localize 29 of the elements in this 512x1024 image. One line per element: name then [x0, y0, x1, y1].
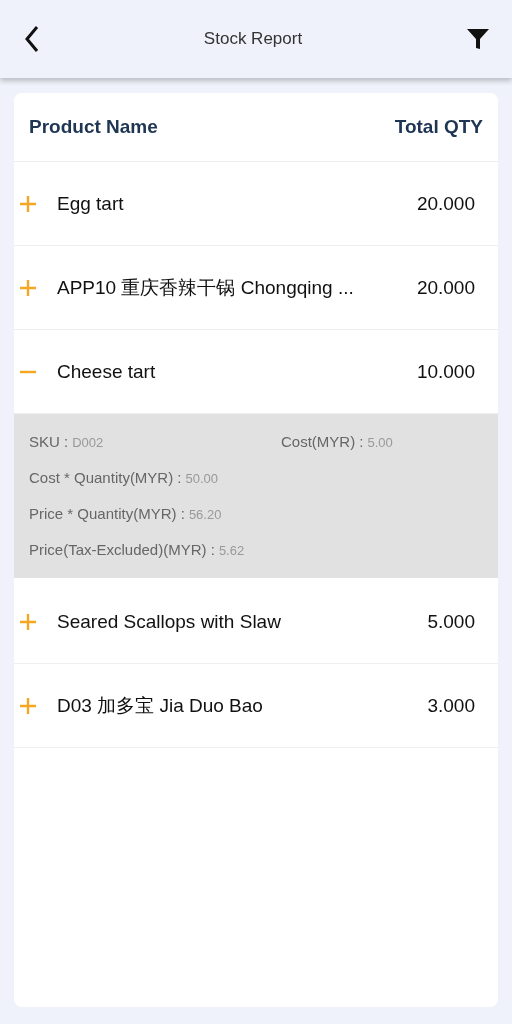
quantity: 10.000	[416, 360, 475, 383]
quantity: 20.000	[416, 276, 475, 299]
field-label: Cost(MYR) :	[281, 433, 364, 450]
field-label: Price * Quantity(MYR) :	[29, 505, 185, 522]
plus-icon[interactable]	[19, 612, 37, 631]
quantity: 20.000	[416, 192, 475, 215]
field-value: 5.00	[367, 435, 393, 450]
plus-icon[interactable]	[19, 696, 37, 715]
field-label: Price(Tax-Excluded)(MYR) :	[29, 541, 215, 558]
product-name: D03 加多宝 Jia Duo Bao	[57, 693, 264, 718]
field-label: Cost * Quantity(MYR) :	[29, 469, 182, 486]
filter-icon[interactable]	[466, 27, 490, 51]
product-name: Cheese tart	[57, 360, 157, 383]
back-icon[interactable]	[24, 25, 40, 53]
field-value: D002	[72, 435, 104, 450]
field-value: 56.20	[188, 507, 222, 522]
column-header: Total QTY	[394, 116, 483, 138]
plus-icon[interactable]	[19, 194, 37, 213]
quantity: 5.000	[427, 610, 475, 633]
plus-icon[interactable]	[19, 278, 37, 297]
field-value: 50.00	[185, 471, 219, 486]
column-header: Product Name	[29, 116, 158, 138]
product-name: Egg tart	[57, 192, 125, 215]
field-value: 5.62	[218, 543, 245, 558]
screen-title: Stock Report	[203, 29, 303, 49]
quantity: 3.000	[427, 694, 475, 717]
field-label: SKU :	[29, 433, 69, 450]
product-name: Seared Scallops with Slaw	[57, 610, 282, 633]
product-name: APP10 重庆香辣干锅 Chongqing ...	[57, 275, 355, 300]
